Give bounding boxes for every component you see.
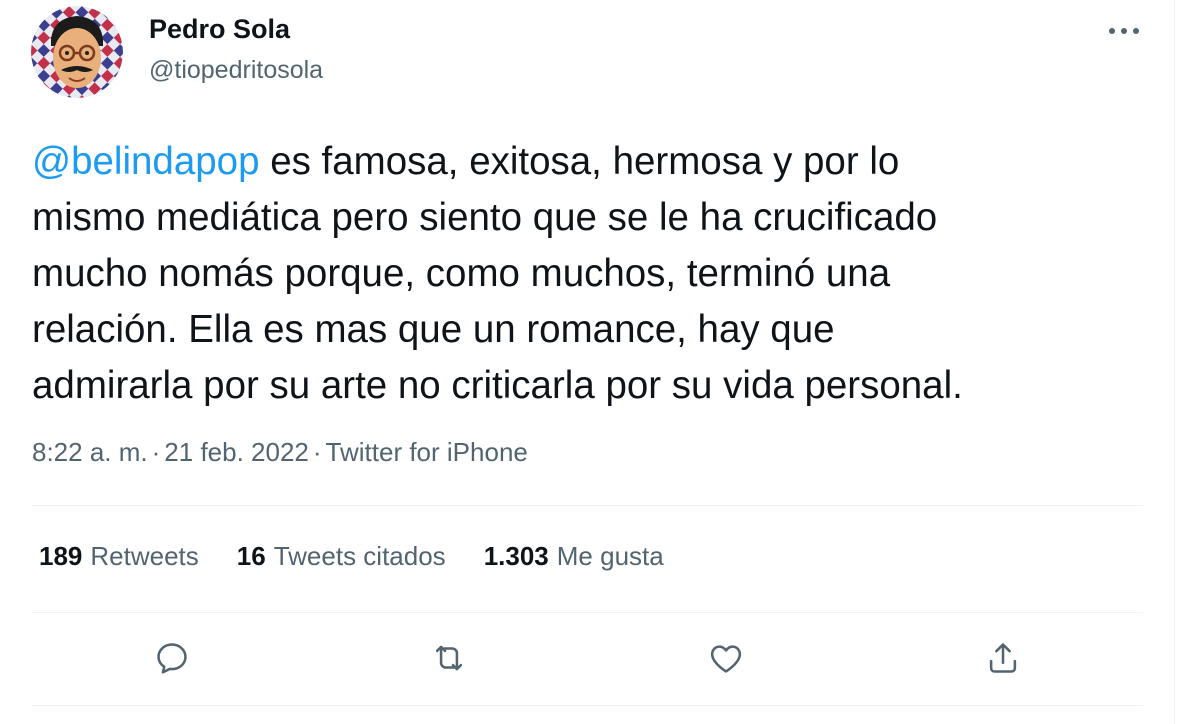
retweet-icon bbox=[435, 645, 463, 671]
tweet-time: 8:22 a. m. bbox=[32, 437, 148, 467]
retweet-button[interactable] bbox=[427, 636, 471, 680]
likes-label: Me gusta bbox=[556, 541, 664, 571]
tweet-line: mucho nomás porque, como muchos, terminó… bbox=[32, 252, 891, 295]
tweet-stats: 189 Retweets 16 Tweets citados 1.303 Me gus… bbox=[39, 541, 702, 572]
quote-tweets-count: 16 bbox=[236, 541, 266, 571]
tweet-line-text: es famosa, exitosa, hermosa y por lo bbox=[259, 140, 900, 183]
likes-count: 1.303 bbox=[483, 541, 549, 571]
tweet-text: @belindapop es famosa, exitosa, hermosa … bbox=[32, 134, 1152, 414]
reply-button[interactable] bbox=[150, 636, 194, 680]
display-name[interactable]: Pedro Sola bbox=[149, 14, 290, 45]
more-icon bbox=[1109, 28, 1139, 34]
retweets-count: 189 bbox=[39, 541, 83, 571]
meta-separator: · bbox=[151, 437, 161, 467]
tweet-line: relación. Ella es mas que un romance, ha… bbox=[32, 308, 835, 351]
divider bbox=[32, 705, 1143, 706]
mention-link[interactable]: @belindapop bbox=[32, 140, 260, 183]
retweets-stat[interactable]: 189 Retweets bbox=[39, 541, 199, 572]
tweet-line: @belindapop es famosa, exitosa, hermosa … bbox=[32, 134, 1152, 190]
tweet-source-link[interactable]: Twitter for iPhone bbox=[326, 437, 528, 467]
quote-tweets-label: Tweets citados bbox=[273, 541, 446, 571]
tweet-metadata: 8:22 a. m. · 21 feb. 2022 · Twitter for iPho… bbox=[32, 437, 528, 468]
divider bbox=[32, 612, 1143, 613]
like-button[interactable] bbox=[704, 636, 748, 680]
reply-icon bbox=[157, 643, 187, 674]
user-handle[interactable]: @tiopedritosola bbox=[149, 56, 323, 85]
quote-tweets-stat[interactable]: 16 Tweets citados bbox=[237, 541, 446, 572]
more-options-button[interactable] bbox=[1104, 16, 1144, 46]
likes-stat[interactable]: 1.303 Me gusta bbox=[484, 541, 664, 572]
share-button[interactable] bbox=[981, 636, 1025, 680]
share-icon bbox=[989, 643, 1017, 673]
caricature-avatar-icon bbox=[31, 6, 123, 98]
tweet-line: admirarla por su arte no criticarla por … bbox=[32, 364, 963, 407]
divider bbox=[32, 505, 1143, 506]
tweet-line: mismo mediática pero siento que se le ha… bbox=[32, 196, 938, 239]
meta-separator: · bbox=[312, 437, 322, 467]
retweets-label: Retweets bbox=[90, 541, 199, 571]
like-icon bbox=[710, 645, 742, 673]
tweet-timestamp-link[interactable]: 8:22 a. m. · 21 feb. 2022 bbox=[32, 437, 309, 467]
panel-border bbox=[1174, 0, 1175, 724]
avatar[interactable] bbox=[31, 6, 123, 98]
tweet-date: 21 feb. 2022 bbox=[164, 437, 309, 467]
